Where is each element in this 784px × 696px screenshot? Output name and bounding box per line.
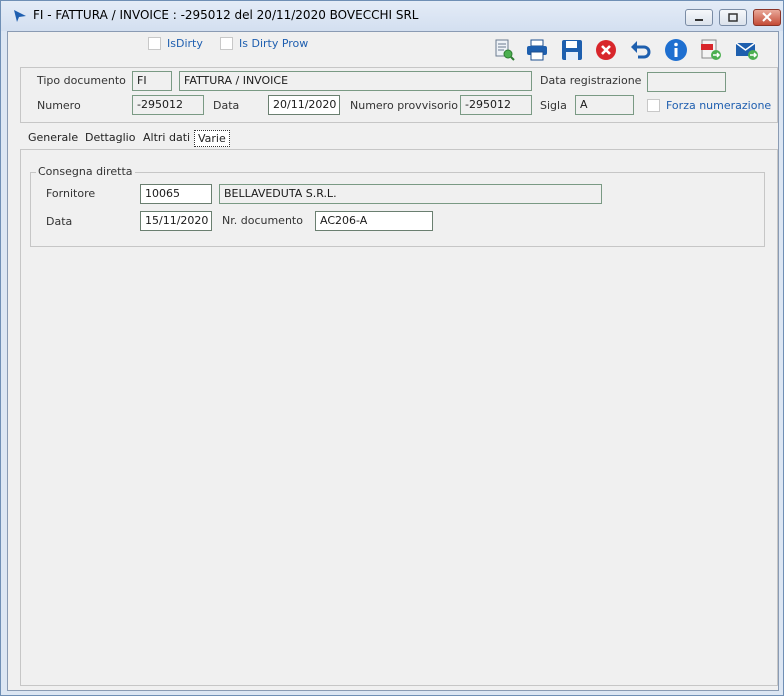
numero-field[interactable]: -295012 [132,95,204,115]
isdirty-checkbox[interactable]: IsDirty [148,37,203,50]
nr-documento-label: Nr. documento [222,214,303,227]
sigla-field[interactable]: A [575,95,634,115]
data-field[interactable]: 20/11/2020 [268,95,340,115]
minimize-button[interactable] [685,9,713,26]
minimize-icon [695,19,703,21]
fornitore-name-field[interactable]: BELLAVEDUTA S.R.L. [219,184,602,204]
tab-varie[interactable]: Varie [194,130,230,147]
numero-provvisorio-label: Numero provvisorio [350,99,459,112]
save-icon[interactable] [560,38,584,62]
tab-panel-varie: Consegna diretta Fornitore 10065 BELLAVE… [20,149,778,686]
data-registrazione-label: Data registrazione [540,74,642,87]
preview-icon[interactable] [492,38,516,62]
maximize-icon [728,13,738,22]
isdirtyprow-label: Is Dirty Prow [239,37,309,50]
tab-dettaglio[interactable]: Dettaglio [85,131,135,144]
isdirty-label: IsDirty [167,37,203,50]
pdf-icon[interactable] [699,38,723,62]
data-registrazione-field[interactable] [647,72,726,92]
fornitore-label: Fornitore [46,187,96,200]
consegna-diretta-group: Consegna diretta Fornitore 10065 BELLAVE… [30,165,765,247]
forza-numerazione-label: Forza numerazione [666,99,772,112]
consegna-data-field[interactable]: 15/11/2020 [140,211,212,231]
tab-generale[interactable]: Generale [28,131,78,144]
fornitore-code-field[interactable]: 10065 [140,184,212,204]
data-label: Data [213,99,240,112]
sigla-label: Sigla [540,99,567,112]
undo-icon[interactable] [629,38,653,62]
numero-provvisorio-field[interactable]: -295012 [460,95,532,115]
numero-label: Numero [37,99,81,112]
tipo-documento-label: Tipo documento [37,74,126,87]
forza-numerazione-checkbox-box[interactable] [647,99,660,112]
tipo-documento-desc-field[interactable]: FATTURA / INVOICE [179,71,532,91]
close-button[interactable] [753,9,781,26]
delete-icon[interactable] [594,38,618,62]
consegna-data-label: Data [46,215,73,228]
app-logo-icon [14,10,26,22]
tipo-documento-code-field[interactable]: FI [132,71,172,91]
window-title: FI - FATTURA / INVOICE : -295012 del 20/… [33,8,419,22]
email-icon[interactable] [735,38,759,62]
isdirtyprow-checkbox-box[interactable] [220,37,233,50]
forza-numerazione-checkbox[interactable]: Forza numerazione [647,99,771,112]
print-icon[interactable] [525,38,549,62]
document-header-box: Tipo documento FI FATTURA / INVOICE Data… [20,67,778,123]
maximize-button[interactable] [719,9,747,26]
tab-altri-dati[interactable]: Altri dati [143,131,190,144]
title-bar[interactable]: FI - FATTURA / INVOICE : -295012 del 20/… [1,1,783,31]
consegna-diretta-title: Consegna diretta [36,165,135,178]
isdirty-checkbox-box[interactable] [148,37,161,50]
app-window: FI - FATTURA / INVOICE : -295012 del 20/… [0,0,784,696]
nr-documento-field[interactable]: AC206-A [315,211,433,231]
form-client-area: IsDirty Is Dirty Prow Tipo documento FI … [7,31,779,691]
info-icon[interactable] [664,38,688,62]
close-icon [762,12,772,22]
isdirtyprow-checkbox[interactable]: Is Dirty Prow [220,37,308,50]
